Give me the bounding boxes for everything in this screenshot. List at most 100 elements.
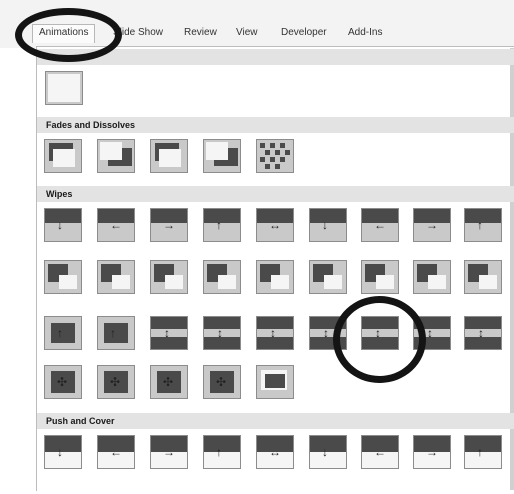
- transition-fade-2[interactable]: [97, 139, 135, 173]
- transition-push-5[interactable]: ↔: [256, 435, 294, 469]
- transition-wipe-r1-1[interactable]: ↓: [44, 208, 82, 242]
- thumb-shape: [45, 436, 81, 452]
- tab-slide-show[interactable]: Slide Show: [113, 27, 163, 38]
- arrow-icon: ↓: [322, 445, 328, 459]
- tab-developer[interactable]: Developer: [281, 27, 327, 38]
- thumb-shape: [310, 209, 346, 223]
- arrow-icon: ↕: [270, 326, 276, 340]
- transition-wipe-r2-6[interactable]: [309, 260, 347, 294]
- thumb-shape: [310, 436, 346, 452]
- arrow-icon: ←: [110, 445, 122, 459]
- transition-wipe-r1-5[interactable]: ↔: [256, 208, 294, 242]
- thumb-shape: [265, 374, 285, 388]
- tab-animations[interactable]: Animations: [32, 24, 96, 43]
- arrow-icon: ←: [110, 218, 122, 232]
- arrow-icon: ✣: [163, 375, 174, 389]
- section-header-no-transition: [37, 49, 514, 65]
- transition-wipe-r4-1[interactable]: ✣: [44, 365, 82, 399]
- arrow-icon: ↕: [375, 326, 381, 340]
- arrow-icon: ↓: [322, 218, 328, 232]
- thumb-shape: [465, 452, 501, 468]
- arrow-icon: ←: [374, 218, 386, 232]
- transition-push-1[interactable]: ↓: [44, 435, 82, 469]
- thumb-shape: [51, 323, 75, 343]
- arrow-icon: ↓: [57, 445, 63, 459]
- transition-wipe-r1-6[interactable]: ↓: [309, 208, 347, 242]
- transition-wipe-r1-9[interactable]: ↑: [464, 208, 502, 242]
- thumb-shape: [428, 275, 446, 289]
- tab-add-ins[interactable]: Add-Ins: [348, 27, 382, 38]
- transition-wipe-r3-9[interactable]: ↕: [464, 316, 502, 350]
- thumb-shape: [218, 275, 236, 289]
- thumb-shape: [324, 275, 342, 289]
- thumb-shape: [270, 143, 275, 148]
- arrow-icon: ✣: [110, 375, 121, 389]
- transition-wipe-r4-4[interactable]: ✣: [203, 365, 241, 399]
- transition-fade-3[interactable]: [150, 139, 188, 173]
- transition-push-2[interactable]: ←: [97, 435, 135, 469]
- tab-review[interactable]: Review: [184, 27, 217, 38]
- transition-push-8[interactable]: →: [413, 435, 451, 469]
- transition-wipe-r3-2[interactable]: ↑: [97, 316, 135, 350]
- transition-wipe-r4-5[interactable]: [256, 365, 294, 399]
- ribbon-tab-bar: Animations Slide Show Review View Develo…: [0, 0, 514, 48]
- transition-push-9[interactable]: ↑: [464, 435, 502, 469]
- thumb-shape: [53, 149, 75, 167]
- arrow-icon: ↕: [323, 326, 329, 340]
- transition-fade-4[interactable]: [203, 139, 241, 173]
- thumb-shape: [59, 275, 77, 289]
- transition-wipe-r2-9[interactable]: [464, 260, 502, 294]
- transition-push-6[interactable]: ↓: [309, 435, 347, 469]
- arrow-icon: ↑: [216, 218, 222, 232]
- thumb-shape: [159, 149, 181, 167]
- thumb-shape: [310, 452, 346, 468]
- arrow-icon: ↑: [57, 326, 63, 340]
- transition-fade-1[interactable]: [44, 139, 82, 173]
- thumb-shape: [204, 452, 240, 468]
- transition-wipe-r3-6[interactable]: ↕: [309, 316, 347, 350]
- transition-push-7[interactable]: ←: [361, 435, 399, 469]
- thumb-shape: [112, 275, 130, 289]
- arrow-icon: →: [426, 445, 438, 459]
- thumb-shape: [204, 209, 240, 223]
- arrow-icon: ↑: [477, 445, 483, 459]
- transition-wipe-r1-8[interactable]: →: [413, 208, 451, 242]
- transition-wipe-r2-8[interactable]: [413, 260, 451, 294]
- transition-wipe-r3-3[interactable]: ↕: [150, 316, 188, 350]
- transition-wipe-r2-5[interactable]: [256, 260, 294, 294]
- transition-wipe-r3-5[interactable]: ↕: [256, 316, 294, 350]
- transition-none[interactable]: [45, 71, 83, 105]
- thumb-shape: [465, 436, 501, 452]
- arrow-icon: ↕: [427, 326, 433, 340]
- arrow-icon: ↓: [57, 218, 63, 232]
- transition-wipe-r2-7[interactable]: [361, 260, 399, 294]
- arrow-icon: ↕: [217, 326, 223, 340]
- transition-wipe-r3-8[interactable]: ↕: [413, 316, 451, 350]
- arrow-icon: →: [163, 445, 175, 459]
- arrow-icon: ✣: [57, 375, 68, 389]
- thumb-shape: [100, 142, 122, 160]
- transition-wipe-r1-7[interactable]: ←: [361, 208, 399, 242]
- transition-wipe-r2-3[interactable]: [150, 260, 188, 294]
- transition-wipe-r3-1[interactable]: ↑: [44, 316, 82, 350]
- transition-wipe-r2-4[interactable]: [203, 260, 241, 294]
- thumb-shape: [48, 74, 80, 102]
- transition-push-4[interactable]: ↑: [203, 435, 241, 469]
- transition-wipe-r4-3[interactable]: ✣: [150, 365, 188, 399]
- transition-wipe-r2-1[interactable]: [44, 260, 82, 294]
- tab-view[interactable]: View: [236, 27, 258, 38]
- arrow-icon: ←: [374, 445, 386, 459]
- transition-wipe-r1-3[interactable]: →: [150, 208, 188, 242]
- arrow-icon: ↑: [110, 326, 116, 340]
- transition-wipe-r1-2[interactable]: ←: [97, 208, 135, 242]
- transition-wipe-r1-4[interactable]: ↑: [203, 208, 241, 242]
- transition-wipe-r2-2[interactable]: [97, 260, 135, 294]
- transition-wipe-r4-2[interactable]: ✣: [97, 365, 135, 399]
- thumb-shape: [206, 142, 228, 160]
- transition-wipe-diagonal-selected[interactable]: ↕: [361, 316, 399, 350]
- transition-push-3[interactable]: →: [150, 435, 188, 469]
- thumb-shape: [265, 164, 270, 169]
- transition-wipe-r3-4[interactable]: ↕: [203, 316, 241, 350]
- arrow-icon: ✣: [216, 375, 227, 389]
- transition-fade-5[interactable]: [256, 139, 294, 173]
